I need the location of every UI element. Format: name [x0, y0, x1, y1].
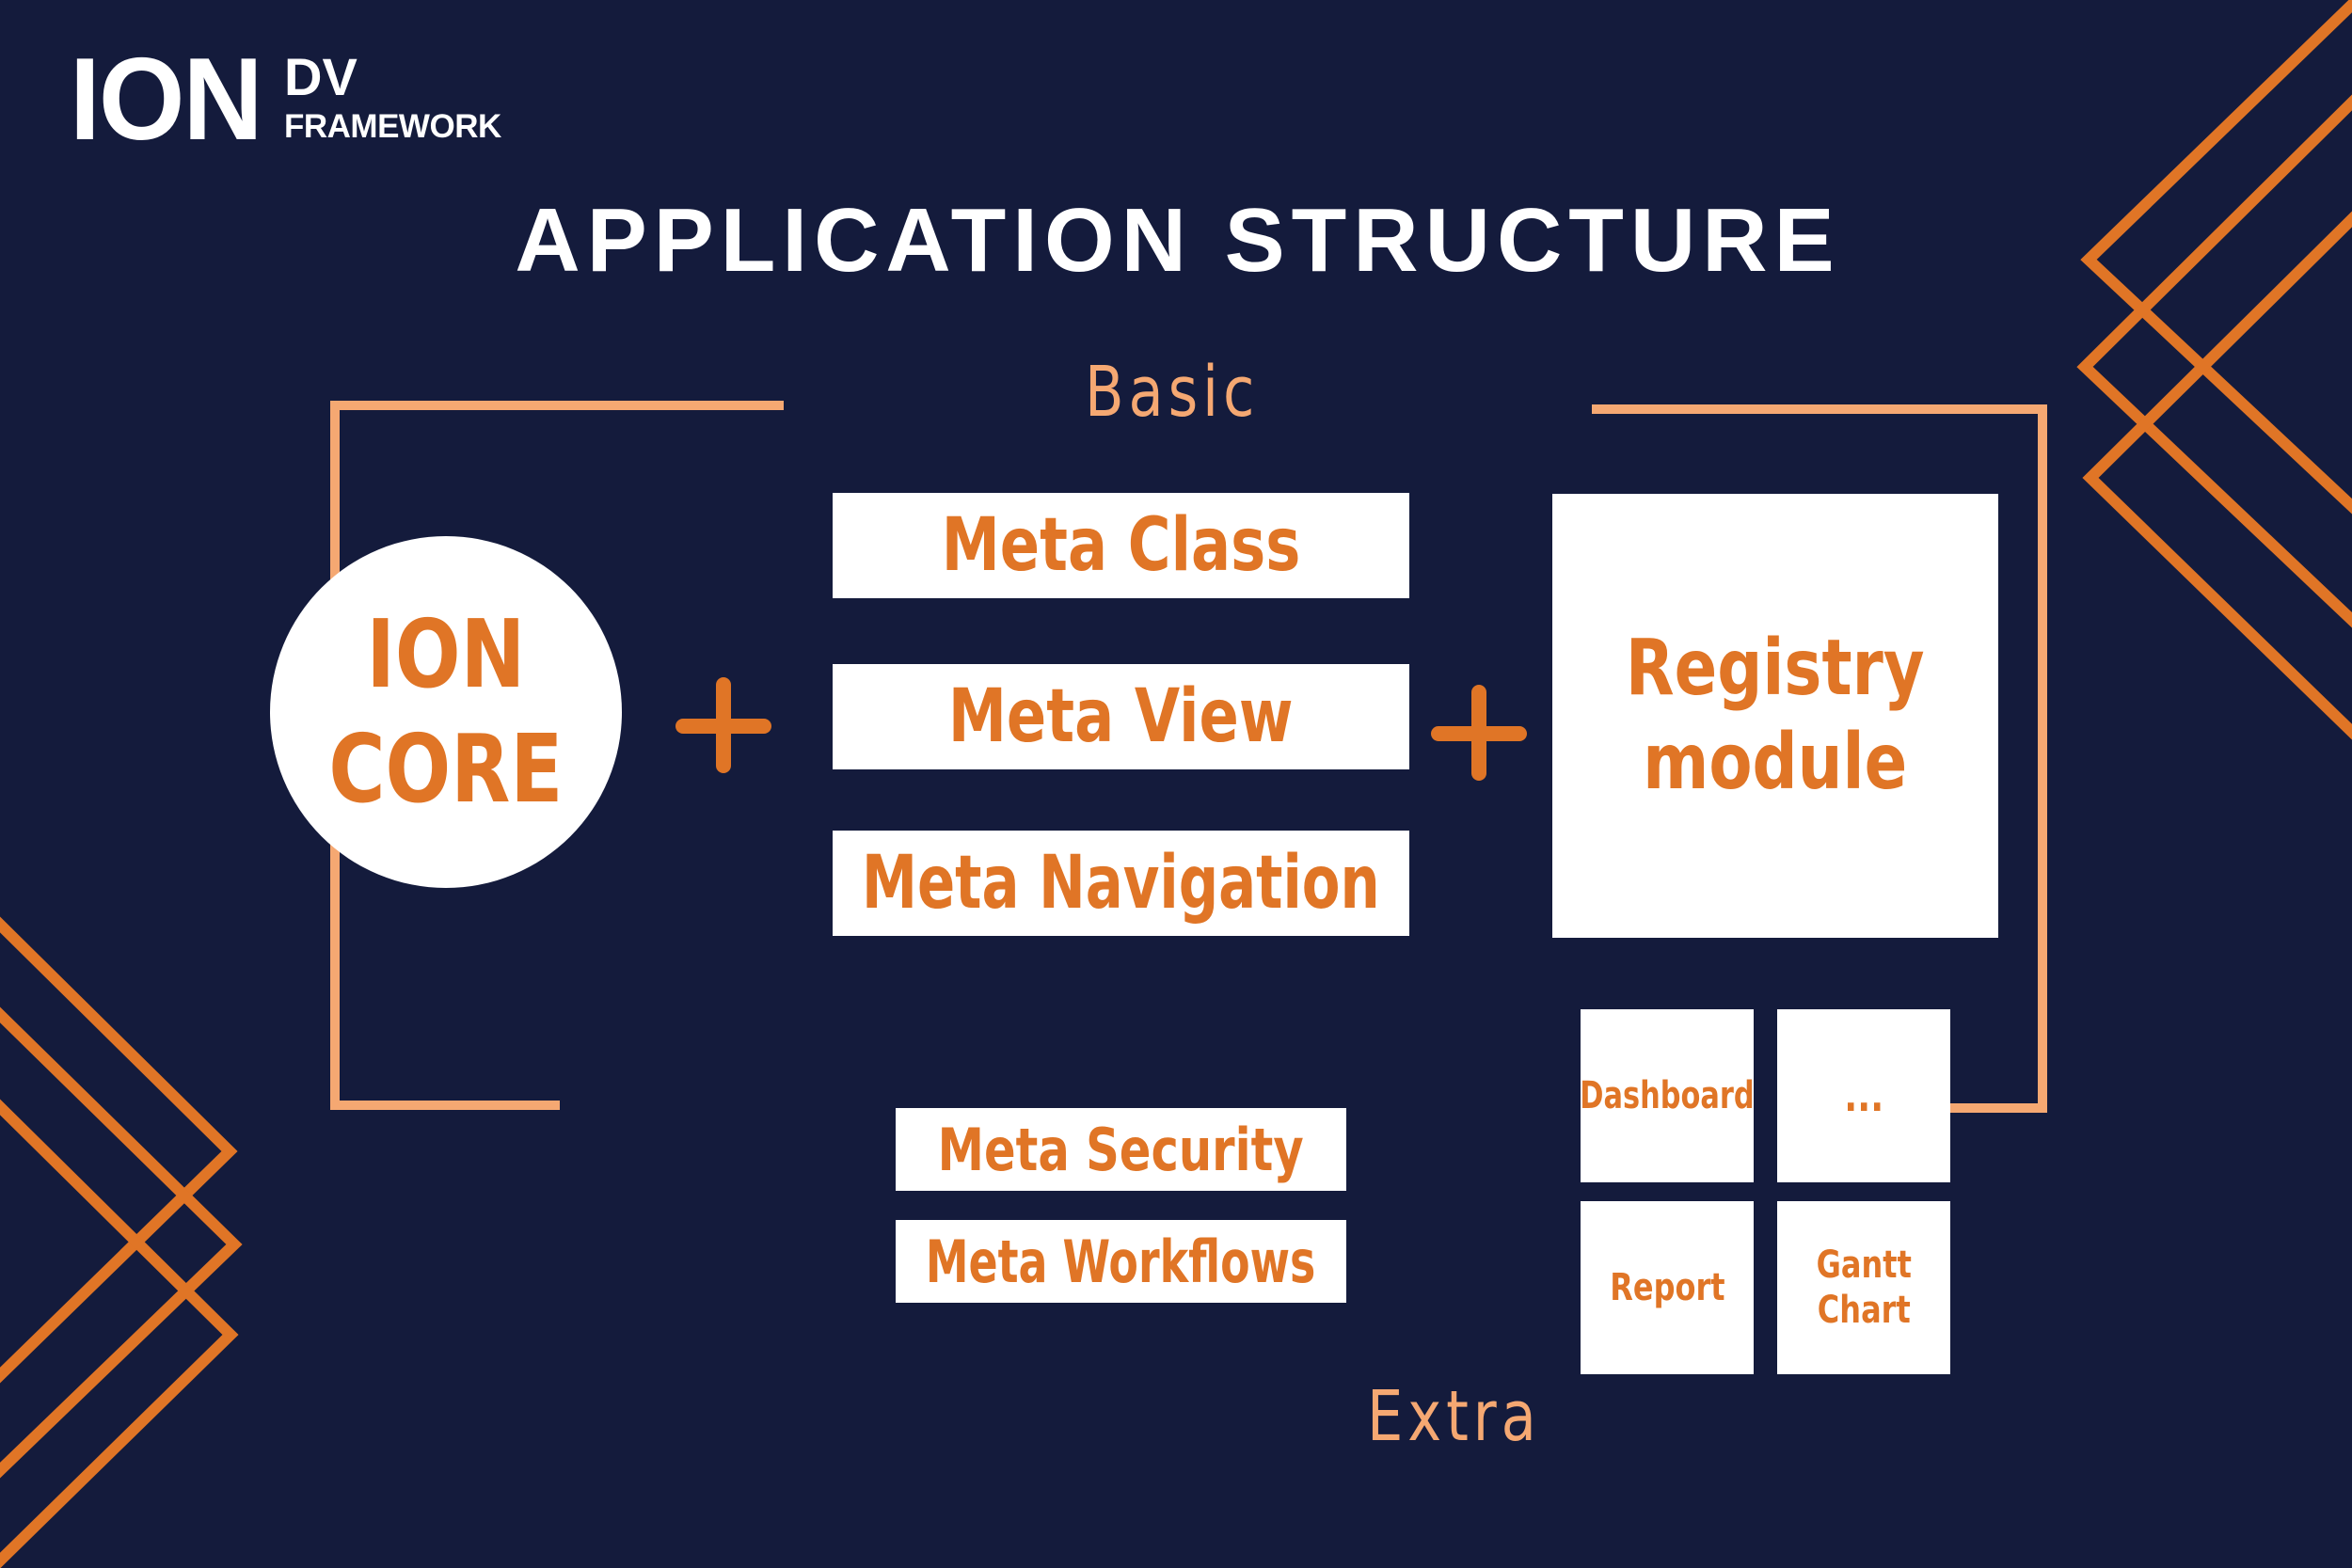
more-modules-box: ... — [1777, 1009, 1950, 1182]
extra-section-label: Extra — [1367, 1376, 1541, 1457]
report-module-box: Report — [1581, 1201, 1754, 1374]
left-chevron-1 — [0, 916, 238, 1384]
basic-section-label: Basic — [1085, 352, 1260, 433]
ion-core-node: ION CORE — [270, 536, 622, 888]
meta-navigation-label: Meta Navigation — [862, 841, 1380, 926]
report-module-label: Report — [1609, 1266, 1725, 1309]
left-chevron-decoration — [0, 916, 243, 1568]
left-chevron-2 — [0, 1006, 243, 1479]
dashboard-module-box: Dashboard — [1580, 1009, 1755, 1182]
gantt-line1: Gantt — [1816, 1243, 1912, 1287]
plus-icon — [1431, 685, 1527, 781]
logo-dv: DV — [284, 47, 358, 106]
right-chevron-decoration — [2076, 0, 2352, 740]
gantt-line2: Chart — [1817, 1289, 1911, 1332]
registry-module-label: Registry module — [1626, 622, 1925, 810]
meta-security-label: Meta Security — [937, 1115, 1305, 1184]
meta-navigation-box: Meta Navigation — [833, 831, 1409, 936]
ion-core-line1: ION — [366, 599, 526, 709]
dashboard-module-label: Dashboard — [1580, 1074, 1755, 1117]
gantt-chart-module-box: Gantt Chart — [1777, 1201, 1950, 1374]
meta-view-box: Meta View — [833, 664, 1409, 769]
meta-security-box: Meta Security — [896, 1108, 1346, 1191]
meta-workflows-box: Meta Workflows — [896, 1220, 1346, 1303]
right-chevron-2 — [2076, 94, 2352, 628]
meta-class-label: Meta Class — [941, 503, 1301, 588]
ion-core-line2: CORE — [328, 714, 564, 824]
registry-line1: Registry — [1626, 624, 1925, 713]
plus-icon — [675, 677, 771, 773]
gantt-chart-module-label: Gantt Chart — [1816, 1243, 1911, 1333]
logo-framework: FRAMEWORK — [284, 108, 501, 145]
meta-class-box: Meta Class — [833, 493, 1409, 598]
more-modules-label: ... — [1844, 1070, 1883, 1121]
meta-view-label: Meta View — [948, 674, 1294, 759]
ion-core-label: ION CORE — [328, 597, 563, 827]
meta-workflows-label: Meta Workflows — [926, 1227, 1316, 1296]
logo-ion: ION — [70, 35, 263, 165]
page-title: APPLICATION STRUCTURE — [515, 190, 1841, 291]
registry-module-box: Registry module — [1552, 494, 1998, 938]
registry-line2: module — [1643, 718, 1908, 807]
